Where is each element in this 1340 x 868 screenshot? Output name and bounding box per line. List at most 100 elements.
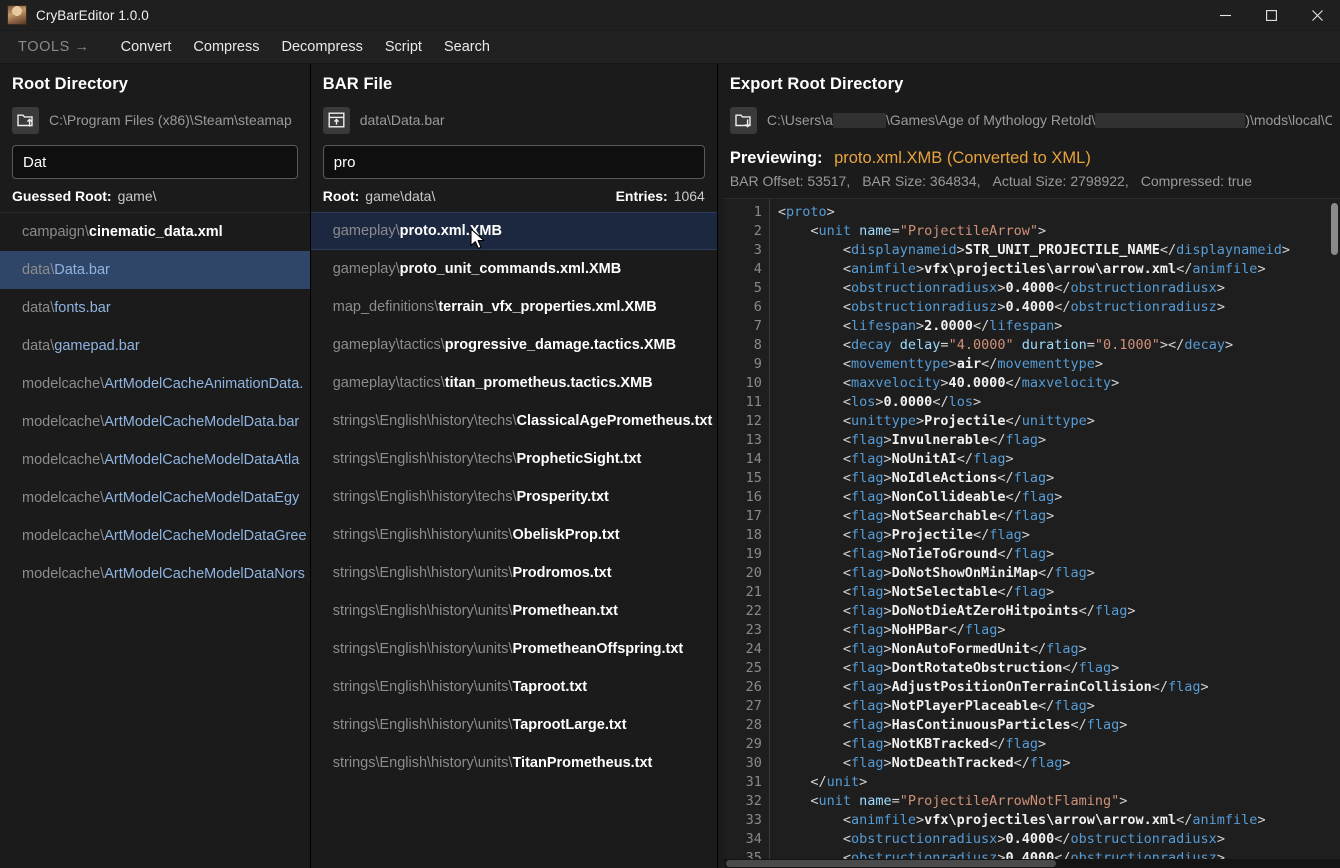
line-number: 4 (724, 260, 762, 279)
code-line: <flag>AdjustPositionOnTerrainCollision</… (778, 678, 1340, 697)
code-hscroll-thumb[interactable] (726, 860, 1056, 867)
folder-open-up-icon[interactable] (12, 107, 39, 134)
line-number: 31 (724, 773, 762, 792)
bar-file-search-input[interactable] (323, 145, 705, 179)
code-line: <obstructionradiusx>0.4000</obstructionr… (778, 830, 1340, 849)
row-filename: Prodromos.txt (512, 565, 611, 581)
code-line: <flag>DoNotShowOnMiniMap</flag> (778, 564, 1340, 583)
minimize-button[interactable] (1202, 0, 1248, 31)
line-number: 23 (724, 621, 762, 640)
row-directory: data\ (22, 338, 54, 354)
menu-item-compress[interactable]: Compress (182, 34, 270, 60)
code-line: <flag>NoUnitAI</flag> (778, 450, 1340, 469)
bar-file-row[interactable]: strings\English\history\units\Promethean… (311, 630, 717, 668)
bar-file-meta-row: Root: game\data\ Entries: 1064 (311, 179, 717, 212)
line-number: 7 (724, 317, 762, 336)
root-directory-row[interactable]: modelcache\ArtModelCacheModelDataNors (0, 555, 310, 593)
bar-file-row[interactable]: gameplay\tactics\titan_prometheus.tactic… (311, 364, 717, 402)
root-directory-row[interactable]: modelcache\ArtModelCacheModelDataAtla (0, 441, 310, 479)
bar-file-row[interactable]: strings\English\history\units\TitanProme… (311, 744, 717, 782)
bar-file-row[interactable]: strings\English\history\techs\PropheticS… (311, 440, 717, 478)
code-horizontal-scrollbar[interactable] (724, 859, 1340, 868)
maximize-button[interactable] (1248, 0, 1294, 31)
menu-item-script[interactable]: Script (374, 34, 433, 60)
root-directory-path-row: C:\Program Files (x86)\Steam\steamap (0, 104, 310, 136)
root-directory-search-input[interactable] (12, 145, 298, 179)
export-root-title: Export Root Directory (718, 64, 1340, 104)
row-filename: Taproot.txt (512, 679, 587, 695)
bar-file-row[interactable]: strings\English\history\units\Prodromos.… (311, 554, 717, 592)
code-line: <animfile>vfx\projectiles\arrow\arrow.xm… (778, 260, 1340, 279)
root-directory-list[interactable]: campaign\cinematic_data.xmldata\Data.bar… (0, 213, 310, 868)
code-line: <flag>NotSearchable</flag> (778, 507, 1340, 526)
folder-open-down-icon[interactable] (730, 107, 757, 134)
row-directory: strings\English\history\techs\ (333, 489, 517, 505)
row-directory: strings\English\history\units\ (333, 527, 513, 543)
stat-bar-size: BAR Size: 364834, (862, 173, 980, 189)
code-vertical-scrollbar[interactable] (1331, 203, 1338, 255)
root-directory-row[interactable]: data\fonts.bar (0, 289, 310, 327)
bar-file-row[interactable]: gameplay\proto_unit_commands.xml.XMB (311, 250, 717, 288)
code-line: <flag>NonCollideable</flag> (778, 488, 1340, 507)
bar-file-row[interactable]: strings\English\history\techs\Prosperity… (311, 478, 717, 516)
code-line: <flag>NotDeathTracked</flag> (778, 754, 1340, 773)
row-filename: ArtModelCacheModelDataEgy (104, 490, 299, 506)
bar-file-row[interactable]: strings\English\history\techs\ClassicalA… (311, 402, 717, 440)
code-line: <los>0.0000</los> (778, 393, 1340, 412)
close-button[interactable] (1294, 0, 1340, 31)
bar-file-row[interactable]: gameplay\tactics\progressive_damage.tact… (311, 326, 717, 364)
row-filename: PrometheanOffspring.txt (512, 641, 683, 657)
preview-stats: BAR Offset: 53517,BAR Size: 364834,Actua… (718, 168, 1340, 198)
code-line: <displaynameid>STR_UNIT_PROJECTILE_NAME<… (778, 241, 1340, 260)
code-content[interactable]: <proto> <unit name="ProjectileArrow"> <d… (770, 199, 1340, 868)
code-preview[interactable]: 1234567891011121314151617181920212223242… (724, 198, 1340, 868)
code-line: <animfile>vfx\projectiles\arrow\arrow.xm… (778, 811, 1340, 830)
bar-file-row[interactable]: strings\English\history\units\Taproot.tx… (311, 668, 717, 706)
line-number: 27 (724, 697, 762, 716)
line-number: 22 (724, 602, 762, 621)
row-directory: gameplay\ (333, 223, 400, 239)
line-number: 21 (724, 583, 762, 602)
row-filename: Promethean.txt (512, 603, 618, 619)
menu-item-search[interactable]: Search (433, 34, 501, 60)
row-directory: strings\English\history\units\ (333, 755, 513, 771)
code-line: <flag>NonAutoFormedUnit</flag> (778, 640, 1340, 659)
app-icon (7, 5, 27, 25)
line-number: 18 (724, 526, 762, 545)
archive-box-icon[interactable] (323, 107, 350, 134)
line-number: 15 (724, 469, 762, 488)
menu-item-decompress[interactable]: Decompress (270, 34, 373, 60)
row-directory: modelcache\ (22, 566, 104, 582)
export-preview-panel: Export Root Directory C:\Users\a\Games\A… (718, 64, 1340, 868)
root-directory-search-wrap (0, 145, 310, 179)
code-line: <flag>DoNotDieAtZeroHitpoints</flag> (778, 602, 1340, 621)
bar-file-row[interactable]: map_definitions\terrain_vfx_properties.x… (311, 288, 717, 326)
root-directory-row[interactable]: modelcache\ArtModelCacheAnimationData. (0, 365, 310, 403)
bar-file-row[interactable]: gameplay\proto.xml.XMB (311, 212, 717, 250)
row-directory: modelcache\ (22, 414, 104, 430)
code-line: <flag>DontRotateObstruction</flag> (778, 659, 1340, 678)
bar-file-list[interactable]: gameplay\proto.xml.XMBgameplay\proto_uni… (311, 212, 717, 868)
bar-file-row[interactable]: strings\English\history\units\TaprootLar… (311, 706, 717, 744)
row-filename: cinematic_data.xml (89, 224, 223, 240)
root-directory-row[interactable]: modelcache\ArtModelCacheModelDataEgy (0, 479, 310, 517)
bar-file-row[interactable]: strings\English\history\units\ObeliskPro… (311, 516, 717, 554)
guessed-root-row: Guessed Root: game\ (0, 179, 310, 212)
row-directory: data\ (22, 300, 54, 316)
previewing-row: Previewing: proto.xml.XMB (Converted to … (718, 145, 1340, 168)
root-directory-row[interactable]: data\gamepad.bar (0, 327, 310, 365)
root-directory-row[interactable]: campaign\cinematic_data.xml (0, 213, 310, 251)
code-line: <lifespan>2.0000</lifespan> (778, 317, 1340, 336)
row-directory: strings\English\history\techs\ (333, 451, 517, 467)
redacted-folder (1095, 113, 1245, 128)
root-directory-row[interactable]: data\Data.bar (0, 251, 310, 289)
line-number: 29 (724, 735, 762, 754)
bar-file-row[interactable]: strings\English\history\units\Promethean… (311, 592, 717, 630)
root-directory-row[interactable]: modelcache\ArtModelCacheModelDataGree (0, 517, 310, 555)
menu-item-convert[interactable]: Convert (110, 34, 183, 60)
main-content: Root Directory C:\Program Files (x86)\St… (0, 64, 1340, 868)
row-filename: ClassicalAgePrometheus.txt (516, 413, 712, 429)
root-directory-row[interactable]: modelcache\ArtModelCacheModelData.bar (0, 403, 310, 441)
code-line: <proto> (778, 203, 1340, 222)
row-directory: strings\English\history\units\ (333, 717, 513, 733)
